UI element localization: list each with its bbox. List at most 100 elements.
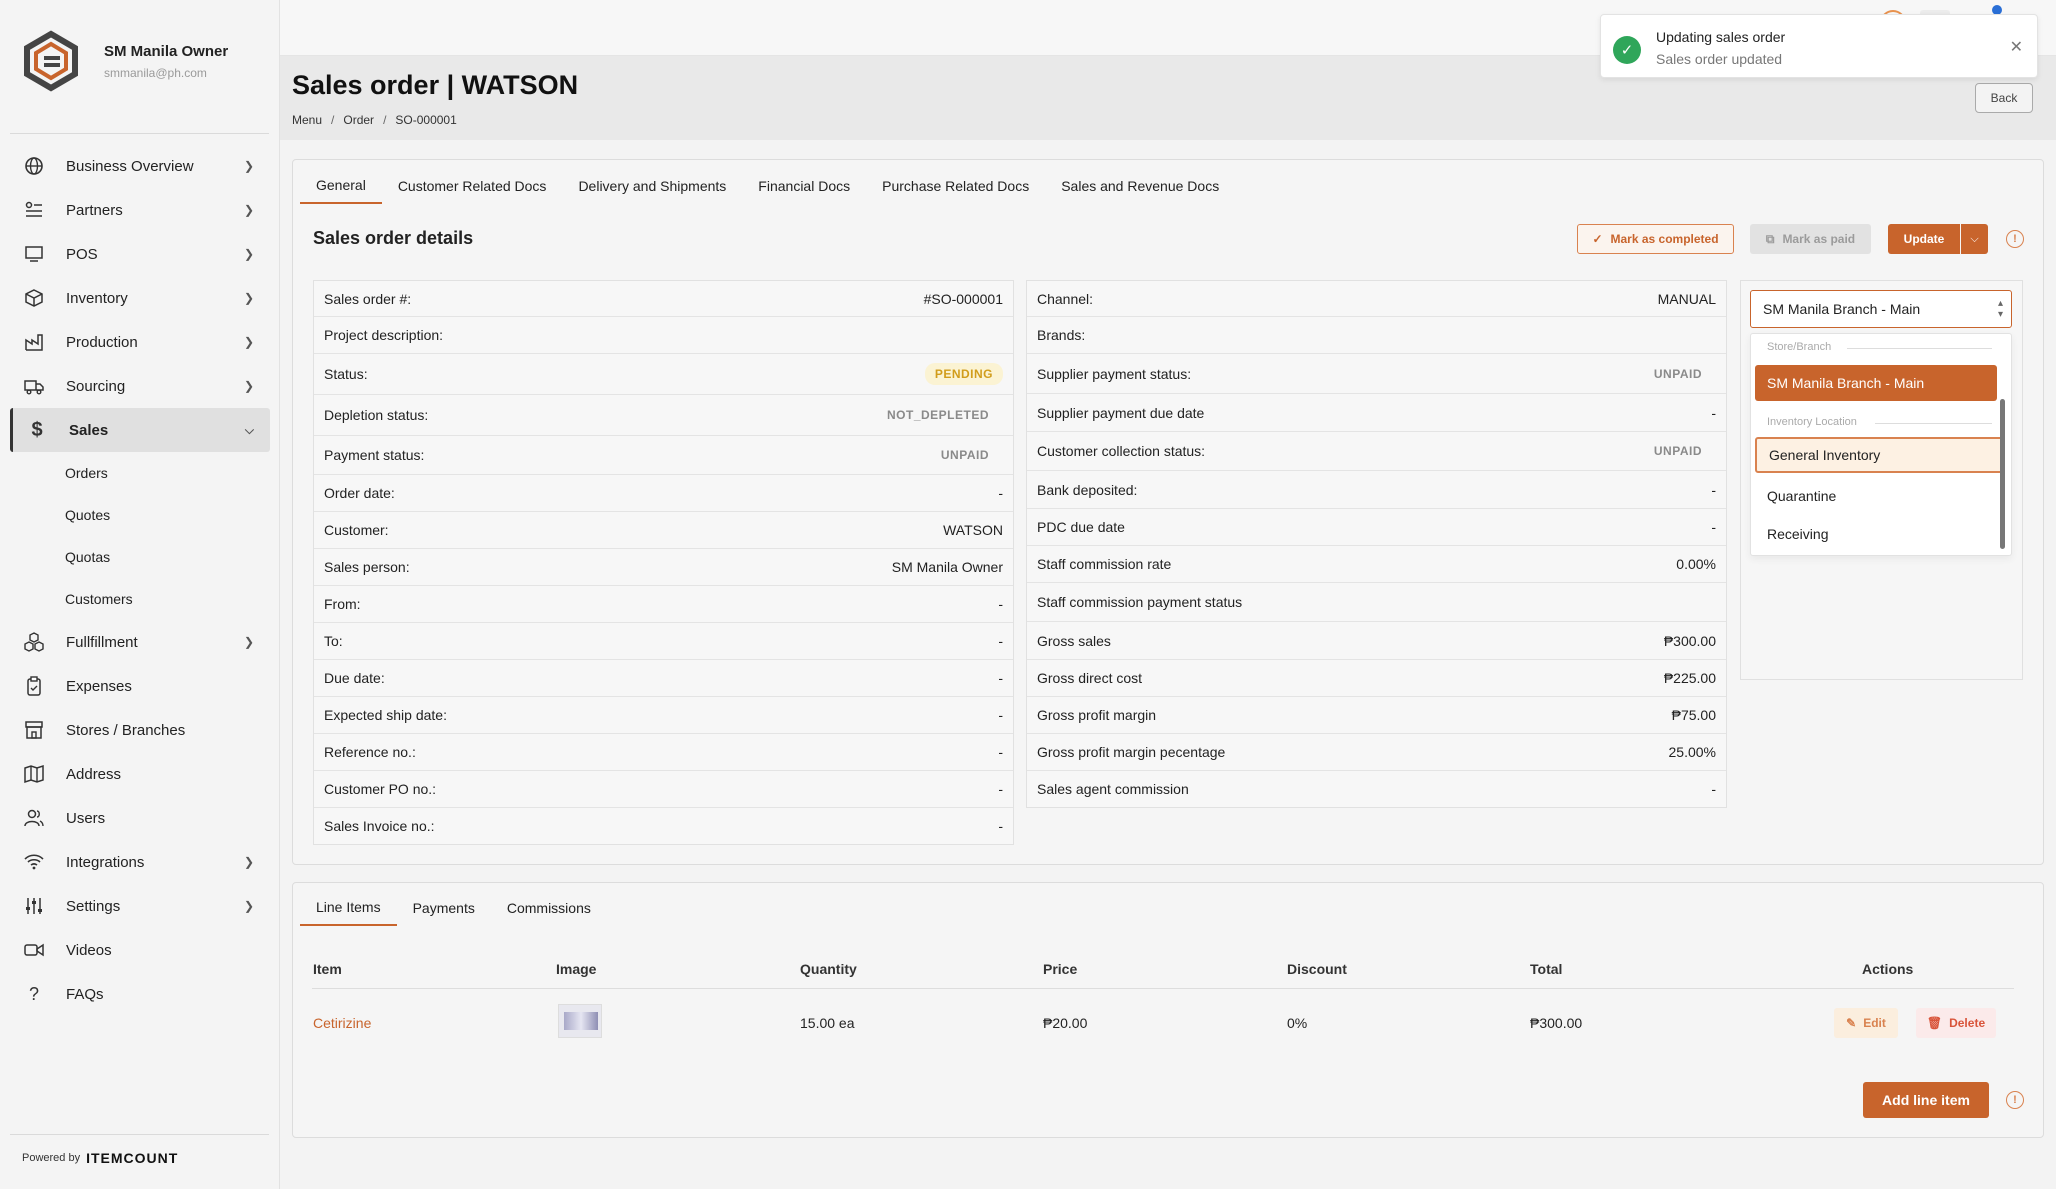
close-icon[interactable]: ✕ — [2010, 37, 2023, 57]
item-link[interactable]: Cetirizine — [313, 1015, 371, 1031]
option-receiving[interactable]: Receiving — [1755, 516, 1997, 552]
chevron-right-icon: ❯ — [243, 635, 254, 649]
mark-paid-label: Mark as paid — [1782, 232, 1856, 246]
divider — [10, 1134, 269, 1135]
detail-label: Sales agent commission — [1037, 781, 1189, 797]
sidebar-subitem-customers[interactable]: Customers — [10, 578, 270, 620]
detail-value: SM Manila Owner — [891, 559, 1003, 575]
update-button[interactable]: Update — [1888, 224, 1960, 254]
status-badge: PENDING — [924, 363, 1003, 385]
scrollbar[interactable] — [2000, 399, 2005, 549]
truck-icon — [22, 374, 46, 398]
detail-row: Brands: — [1027, 317, 1726, 354]
detail-row: Supplier payment due date - — [1027, 394, 1726, 432]
detail-row: Gross sales ₱300.00 — [1027, 622, 1726, 660]
branch-dropdown-list: Store/Branch SM Manila Branch - Main Inv… — [1750, 333, 2012, 556]
sidebar-item-integrations[interactable]: Integrations ❯ — [10, 840, 270, 884]
detail-value: - — [998, 633, 1003, 649]
sidebar-item-sourcing[interactable]: Sourcing ❯ — [10, 364, 270, 408]
tab-commissions[interactable]: Commissions — [491, 890, 607, 926]
sidebar-item-expenses[interactable]: Expenses — [10, 664, 270, 708]
detail-row: Expected ship date: - — [314, 697, 1013, 734]
breadcrumb-order[interactable]: Order — [343, 113, 374, 127]
detail-label: Expected ship date: — [324, 707, 447, 723]
tab-customer-related-docs[interactable]: Customer Related Docs — [382, 168, 563, 204]
detail-row: Customer collection status: UNPAID — [1027, 432, 1726, 471]
divider — [1847, 348, 1992, 349]
detail-row: Gross profit margin ₱75.00 — [1027, 697, 1726, 734]
tab-general[interactable]: General — [300, 168, 382, 204]
tab-payments[interactable]: Payments — [397, 890, 491, 926]
detail-value: - — [998, 670, 1003, 686]
sidebar-item-address[interactable]: Address — [10, 752, 270, 796]
status-badge: UNPAID — [940, 448, 989, 462]
detail-value: - — [998, 707, 1003, 723]
sidebar-item-inventory[interactable]: Inventory ❯ — [10, 276, 270, 320]
chevron-right-icon: ❯ — [243, 855, 254, 869]
question-icon: ? — [28, 983, 39, 1004]
sidebar-subitem-quotas[interactable]: Quotas — [10, 536, 270, 578]
account-header[interactable]: SM Manila Owner smmanila@ph.com — [20, 30, 228, 92]
tab-purchase-related-docs[interactable]: Purchase Related Docs — [866, 168, 1045, 204]
sidebar-item-fullfillment[interactable]: Fullfillment ❯ — [10, 620, 270, 664]
document-tabs: General Customer Related Docs Delivery a… — [300, 168, 1235, 204]
product-image — [558, 1004, 602, 1038]
detail-row: Staff commission payment status — [1027, 583, 1726, 622]
group-label-store-branch: Store/Branch — [1767, 341, 1832, 353]
branch-select[interactable]: SM Manila Branch - Main ▴ ▾ — [1750, 290, 2012, 328]
detail-row: Status: PENDING — [314, 354, 1013, 395]
tab-delivery-and-shipments[interactable]: Delivery and Shipments — [562, 168, 742, 204]
detail-value: WATSON — [943, 522, 1003, 538]
detail-row: From: - — [314, 586, 1013, 623]
breadcrumb-menu[interactable]: Menu — [292, 113, 322, 127]
info-icon[interactable]: ! — [2006, 1091, 2024, 1109]
partners-icon — [22, 198, 46, 222]
tab-line-items[interactable]: Line Items — [300, 890, 397, 926]
detail-row: Payment status: UNPAID — [314, 436, 1013, 475]
sidebar-item-users[interactable]: Users — [10, 796, 270, 840]
sidebar-item-partners[interactable]: Partners ❯ — [10, 188, 270, 232]
sidebar-item-production[interactable]: Production ❯ — [10, 320, 270, 364]
detail-label: Project description: — [324, 327, 444, 343]
user-name: SM Manila Owner — [104, 42, 229, 60]
sidebar-item-stores-branches[interactable]: Stores / Branches — [10, 708, 270, 752]
mark-paid-button[interactable]: ⧉ Mark as paid — [1750, 224, 1871, 254]
option-quarantine[interactable]: Quarantine — [1755, 478, 1997, 514]
sidebar-item-label: Integrations — [66, 853, 145, 871]
sidebar-subitem-orders[interactable]: Orders — [10, 452, 270, 494]
detail-label: Staff commission payment status — [1037, 594, 1243, 610]
globe-icon — [22, 154, 46, 178]
detail-value: - — [998, 744, 1003, 760]
sidebar-item-faqs[interactable]: ? FAQs — [10, 972, 270, 1016]
detail-row: Project description: — [314, 317, 1013, 354]
group-label-inventory-location: Inventory Location — [1767, 416, 1857, 428]
sidebar-item-settings[interactable]: Settings ❯ — [10, 884, 270, 928]
detail-label: Staff commission rate — [1037, 556, 1172, 572]
sidebar-item-pos[interactable]: POS ❯ — [10, 232, 270, 276]
mark-completed-button[interactable]: ✓ Mark as completed — [1577, 224, 1734, 254]
back-button[interactable]: Back — [1975, 83, 2033, 113]
option-sm-manila-branch-main[interactable]: SM Manila Branch - Main — [1755, 365, 1997, 401]
sidebar-item-business-overview[interactable]: Business Overview ❯ — [10, 144, 270, 188]
sidebar-item-videos[interactable]: Videos — [10, 928, 270, 972]
detail-value: - — [1711, 404, 1716, 421]
info-icon[interactable]: ! — [2006, 230, 2024, 248]
detail-label: Reference no.: — [324, 744, 416, 760]
detail-label: Bank deposited: — [1037, 481, 1138, 498]
chevron-down-icon[interactable]: ⌵ — [1961, 224, 1988, 254]
users-icon — [22, 806, 46, 830]
detail-value: - — [998, 596, 1003, 612]
detail-value: ₱75.00 — [1671, 707, 1716, 723]
video-icon — [22, 938, 46, 962]
detail-row: Supplier payment status: UNPAID — [1027, 354, 1726, 394]
option-general-inventory[interactable]: General Inventory — [1755, 437, 2005, 473]
sidebar-nav: Business Overview ❯ Partners ❯ POS ❯ Inv… — [10, 144, 270, 1016]
sidebar-item-sales[interactable]: $ Sales ⌵ — [10, 408, 270, 452]
sidebar-item-label: Sourcing — [66, 377, 126, 395]
sidebar-subitem-quotes[interactable]: Quotes — [10, 494, 270, 536]
delete-button[interactable]: 🗑 Delete — [1916, 1008, 1996, 1038]
tab-sales-and-revenue-docs[interactable]: Sales and Revenue Docs — [1045, 168, 1235, 204]
add-line-item-button[interactable]: Add line item — [1863, 1082, 1989, 1118]
tab-financial-docs[interactable]: Financial Docs — [742, 168, 866, 204]
edit-button[interactable]: ✎ Edit — [1834, 1008, 1898, 1038]
